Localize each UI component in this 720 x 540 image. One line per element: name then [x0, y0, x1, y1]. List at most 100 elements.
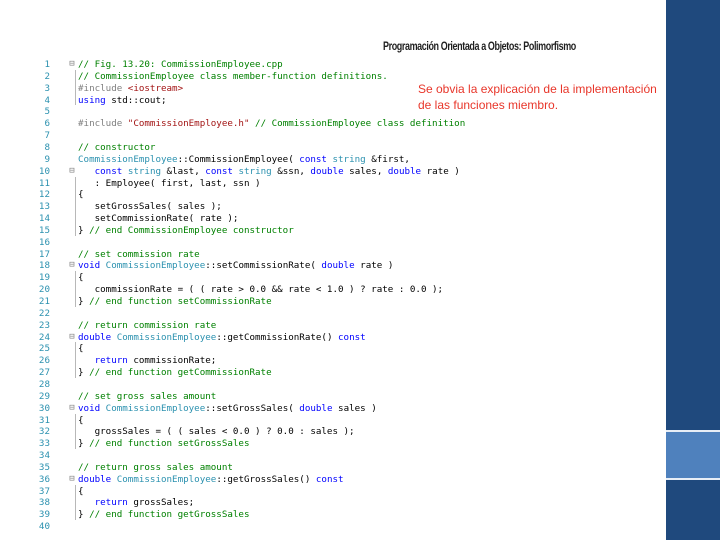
- code-line[interactable]: 22: [32, 308, 652, 320]
- code-text: } // end function getCommissionRate: [78, 367, 272, 379]
- code-line[interactable]: 19 {: [32, 272, 652, 284]
- code-text: // set commission rate: [78, 248, 200, 260]
- line-number: 17: [38, 248, 50, 260]
- code-line[interactable]: 35 // return gross sales amount: [32, 462, 652, 474]
- slide-accent-block-dark: [666, 480, 720, 540]
- outline-gutter-line: [75, 69, 76, 106]
- code-line[interactable]: 14 setCommissionRate( rate );: [32, 213, 652, 225]
- line-number: 15: [38, 224, 50, 236]
- code-text: // set gross sales amount: [78, 390, 217, 402]
- line-number: 9: [44, 153, 50, 165]
- code-text: grossSales = ( ( sales < 0.0 ) ? 0.0 : s…: [78, 426, 355, 438]
- line-number: 35: [38, 461, 50, 473]
- code-line[interactable]: 8 // constructor: [32, 142, 652, 154]
- line-number: 5: [44, 106, 50, 118]
- code-line[interactable]: 1 ⊟// Fig. 13.20: CommissionEmployee.cpp: [32, 59, 652, 71]
- code-line[interactable]: 17 // set commission rate: [32, 249, 652, 261]
- code-line[interactable]: 33} // end function setGrossSales: [32, 438, 652, 450]
- code-line[interactable]: 7: [32, 130, 652, 142]
- line-number: 6: [44, 118, 50, 130]
- line-number: 34: [38, 450, 50, 462]
- line-number: 26: [38, 355, 50, 367]
- line-number: 10: [38, 165, 50, 177]
- code-text: const string &last, const string &ssn, d…: [94, 165, 460, 177]
- code-line[interactable]: 34: [32, 450, 652, 462]
- slide-title: Programación Orientada a Objetos: Polimo…: [383, 41, 576, 53]
- code-text: // return gross sales amount: [78, 461, 233, 473]
- code-text: } // end function getGrossSales: [78, 509, 250, 521]
- code-text: // Fig. 13.20: CommissionEmployee.cpp: [78, 59, 283, 70]
- line-number: 28: [38, 378, 50, 390]
- code-line[interactable]: 21} // end function setCommissionRate: [32, 296, 652, 308]
- code-line[interactable]: 38 return grossSales;: [32, 497, 652, 509]
- code-text: void CommissionEmployee::setCommissionRa…: [78, 260, 394, 272]
- code-text: setGrossSales( sales );: [78, 201, 222, 213]
- line-number: 18: [38, 260, 50, 272]
- code-line[interactable]: 36 ⊟ double CommissionEmployee::getGrossSa…: [32, 474, 652, 486]
- code-line[interactable]: 32 grossSales = ( ( sales < 0.0 ) ? 0.0 …: [32, 426, 652, 438]
- code-line[interactable]: 39} // end function getGrossSales: [32, 509, 652, 521]
- line-number: 32: [38, 426, 50, 438]
- code-text: {: [78, 343, 84, 355]
- code-line[interactable]: 24 ⊟ double CommissionEmployee::getCommiss…: [32, 332, 652, 344]
- code-line[interactable]: 28: [32, 379, 652, 391]
- code-line[interactable]: 30 ⊟ void CommissionEmployee::setGrossSale…: [32, 403, 652, 415]
- line-number: 30: [38, 402, 50, 414]
- code-text: // constructor: [78, 141, 156, 153]
- outline-gutter-line: [75, 413, 76, 450]
- code-text: CommissionEmployee::CommissionEmployee( …: [78, 153, 410, 165]
- code-line[interactable]: 2 // CommissionEmployee class member-func…: [32, 71, 652, 83]
- code-text: {: [78, 272, 84, 284]
- code-text: // CommissionEmployee class member-funct…: [78, 70, 388, 82]
- outline-gutter-line: [75, 271, 76, 307]
- line-number: 19: [38, 272, 50, 284]
- code-line[interactable]: 13 setGrossSales( sales );: [32, 201, 652, 213]
- code-line[interactable]: 6 #include "CommissionEmployee.h" // Comm…: [32, 118, 652, 130]
- outline-gutter-line: [75, 484, 76, 521]
- line-number: 11: [38, 177, 50, 189]
- line-number: 4: [44, 94, 50, 106]
- code-editor[interactable]: 1 ⊟// Fig. 13.20: CommissionEmployee.cpp 2…: [32, 58, 652, 540]
- code-text: return commissionRate;: [94, 355, 217, 367]
- code-line[interactable]: 37 {: [32, 486, 652, 498]
- code-line[interactable]: 16: [32, 237, 652, 249]
- code-line[interactable]: 20 commissionRate = ( ( rate > 0.0 && ra…: [32, 284, 652, 296]
- code-line[interactable]: 12 {: [32, 189, 652, 201]
- code-line[interactable]: 11 : Employee( first, last, ssn ): [32, 178, 652, 190]
- line-number: 29: [38, 390, 50, 402]
- code-line[interactable]: 26 return commissionRate;: [32, 355, 652, 367]
- line-number: 23: [38, 319, 50, 331]
- line-number: 16: [38, 236, 50, 248]
- line-number: 13: [38, 201, 50, 213]
- line-number: 14: [38, 213, 50, 225]
- line-number: 7: [44, 130, 50, 142]
- code-text: } // end CommissionEmployee constructor: [78, 224, 294, 236]
- code-text: #include "CommissionEmployee.h" // Commi…: [78, 118, 466, 130]
- line-number: 27: [38, 367, 50, 379]
- line-number: 31: [38, 414, 50, 426]
- code-line[interactable]: 31 {: [32, 415, 652, 427]
- line-number: 33: [38, 438, 50, 450]
- code-text: #include <iostream>: [78, 82, 184, 94]
- line-number: 3: [44, 82, 50, 94]
- line-number: 38: [38, 497, 50, 509]
- line-number: 22: [38, 307, 50, 319]
- code-text: : Employee( first, last, ssn ): [78, 177, 261, 189]
- line-number: 1: [44, 59, 50, 70]
- code-line[interactable]: 40: [32, 521, 652, 533]
- line-number: 8: [44, 141, 50, 153]
- code-line[interactable]: 9 CommissionEmployee::CommissionEmployee(…: [32, 154, 652, 166]
- code-line[interactable]: 29 // set gross sales amount: [32, 391, 652, 403]
- code-text: {: [78, 414, 84, 426]
- line-number: 40: [38, 521, 50, 533]
- code-line[interactable]: 18 ⊟ void CommissionEmployee::setCommissio…: [32, 260, 652, 272]
- code-line[interactable]: 27 } // end function getCommissionRate: [32, 367, 652, 379]
- outline-gutter-line: [75, 176, 76, 236]
- code-line[interactable]: 23 // return commission rate: [32, 320, 652, 332]
- code-text: commissionRate = ( ( rate > 0.0 && rate …: [78, 284, 444, 296]
- code-line[interactable]: 25 {: [32, 343, 652, 355]
- slide-accent-divider: [666, 430, 720, 432]
- code-line[interactable]: 10 ⊟ const string &last, const string &ss…: [32, 166, 652, 178]
- code-line[interactable]: 15 } // end CommissionEmployee constructo…: [32, 225, 652, 237]
- code-text: double CommissionEmployee::getGrossSales…: [78, 473, 344, 485]
